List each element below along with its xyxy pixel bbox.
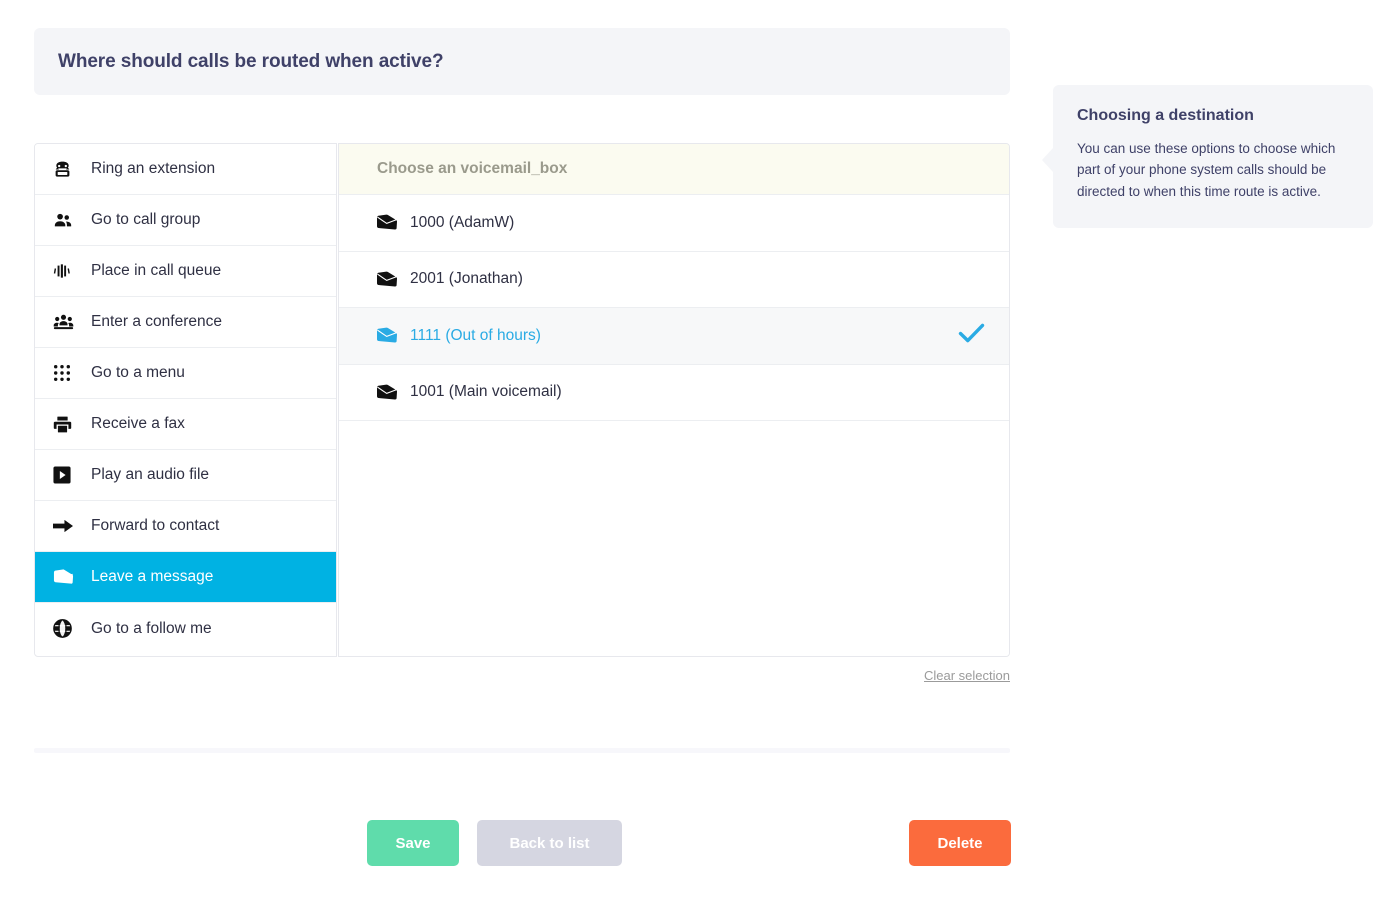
sidebar-item-label: Leave a message bbox=[91, 568, 214, 585]
envelope-icon bbox=[376, 384, 410, 401]
destination-chooser: Ring an extension Go to call group Place… bbox=[34, 143, 1010, 657]
sidebar-item-label: Go to a follow me bbox=[91, 619, 212, 637]
delete-button[interactable]: Delete bbox=[909, 820, 1011, 866]
list-item[interactable]: 1111 (Out of hours) bbox=[339, 308, 1009, 365]
back-to-list-button[interactable]: Back to list bbox=[477, 820, 622, 866]
option-list-panel: Choose an voicemail_box 1000 (AdamW) 200… bbox=[338, 143, 1010, 657]
help-title: Choosing a destination bbox=[1077, 107, 1254, 124]
sidebar-item-receive-a-fax[interactable]: Receive a fax bbox=[35, 399, 336, 450]
arrow-right-icon bbox=[53, 518, 83, 534]
section-divider bbox=[34, 748, 1010, 753]
fax-printer-icon bbox=[53, 415, 83, 434]
sidebar-item-label: Go to a menu bbox=[91, 364, 185, 381]
list-item[interactable]: 2001 (Jonathan) bbox=[339, 251, 1009, 308]
sidebar-item-label: Enter a conference bbox=[91, 313, 222, 330]
list-item-label: 1001 (Main voicemail) bbox=[410, 383, 562, 401]
play-square-icon bbox=[53, 466, 83, 484]
sidebar-item-go-to-a-follow-me[interactable]: Go to a follow me bbox=[35, 603, 336, 654]
envelope-icon bbox=[376, 327, 410, 344]
sidebar-item-go-to-a-menu[interactable]: Go to a menu bbox=[35, 348, 336, 399]
sidebar-item-play-an-audio-file[interactable]: Play an audio file bbox=[35, 450, 336, 501]
page-title: Where should calls be routed when active… bbox=[58, 50, 444, 72]
sidebar-item-leave-a-message[interactable]: Leave a message bbox=[35, 552, 336, 603]
list-item-label: 1000 (AdamW) bbox=[410, 213, 515, 231]
help-tooltip: Choosing a destination You can use these… bbox=[1042, 85, 1373, 228]
envelope-icon bbox=[376, 214, 410, 231]
help-text: You can use these options to choose whic… bbox=[1077, 141, 1336, 199]
telephone-icon bbox=[53, 160, 83, 179]
check-icon bbox=[958, 322, 985, 349]
question-panel: Where should calls be routed when active… bbox=[34, 28, 1010, 95]
sidebar-item-forward-to-contact[interactable]: Forward to contact bbox=[35, 501, 336, 552]
sidebar-item-go-to-call-group[interactable]: Go to call group bbox=[35, 195, 336, 246]
users-icon bbox=[53, 210, 83, 230]
destination-type-list: Ring an extension Go to call group Place… bbox=[34, 143, 337, 657]
sidebar-item-label: Play an audio file bbox=[91, 466, 210, 483]
grid-dots-icon bbox=[53, 364, 83, 382]
sidebar-item-ring-an-extension[interactable]: Ring an extension bbox=[35, 144, 336, 195]
option-list-empty-space bbox=[339, 421, 1009, 656]
sidebar-item-label: Go to call group bbox=[91, 211, 201, 228]
list-item[interactable]: 1001 (Main voicemail) bbox=[339, 364, 1009, 421]
signal-bars-icon bbox=[53, 263, 83, 279]
sidebar-item-place-in-call-queue[interactable]: Place in call queue bbox=[35, 246, 336, 297]
conference-icon bbox=[53, 313, 83, 331]
globe-icon bbox=[53, 619, 83, 638]
list-item[interactable]: 1000 (AdamW) bbox=[339, 195, 1009, 252]
sidebar-item-label: Receive a fax bbox=[91, 415, 185, 432]
envelope-icon bbox=[53, 569, 83, 585]
action-bar: Save Back to list Delete bbox=[34, 820, 1011, 866]
option-list-header: Choose an voicemail_box bbox=[339, 144, 1009, 195]
list-item-label: 1111 (Out of hours) bbox=[410, 326, 541, 344]
sidebar-item-label: Ring an extension bbox=[91, 160, 216, 177]
sidebar-item-enter-a-conference[interactable]: Enter a conference bbox=[35, 297, 336, 348]
clear-selection-link[interactable]: Clear selection bbox=[34, 668, 1010, 683]
destination-chooser-page: Where should calls be routed when active… bbox=[0, 0, 1400, 897]
list-item-label: 2001 (Jonathan) bbox=[410, 270, 523, 288]
sidebar-item-label: Place in call queue bbox=[91, 262, 222, 279]
save-button[interactable]: Save bbox=[367, 820, 459, 866]
sidebar-item-label: Forward to contact bbox=[91, 517, 220, 534]
envelope-icon bbox=[376, 271, 410, 288]
clear-selection-label: Clear selection bbox=[924, 668, 1010, 683]
